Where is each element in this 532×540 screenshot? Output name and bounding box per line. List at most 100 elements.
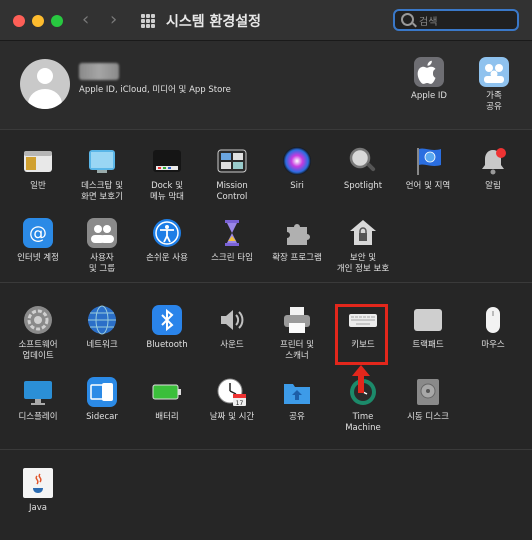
pref-users-groups[interactable]: 사용자 및 그룹 (69, 218, 135, 275)
keyboard-highlight-box (335, 304, 388, 365)
sidecar-icon (87, 377, 117, 407)
bluetooth-icon (152, 305, 182, 335)
extensions-icon (282, 218, 312, 248)
minimize-button[interactable] (32, 15, 44, 27)
back-icon[interactable]: ‹ (82, 9, 89, 30)
mission-control-label: Mission Control (216, 181, 248, 202)
bluetooth-label: Bluetooth (146, 340, 188, 350)
pref-battery[interactable]: 배터리 (134, 377, 200, 423)
pref-dock[interactable]: Dock 및 메뉴 막대 (134, 146, 200, 203)
java-icon (23, 468, 53, 498)
pref-bluetooth[interactable]: Bluetooth (134, 305, 200, 351)
pref-sharing[interactable]: 공유 (264, 377, 330, 423)
search-placeholder: 검색 (419, 17, 438, 28)
display-icon (23, 377, 53, 407)
pref-apple-id[interactable]: Apple ID (399, 57, 459, 102)
pref-internet-accounts[interactable]: @ 인터넷 계정 (5, 218, 71, 264)
time-machine-label: Time Machine (345, 412, 381, 433)
calendar-day-text: 17 (236, 400, 244, 407)
software-update-icon (23, 305, 53, 335)
section-other: Java (0, 450, 532, 540)
mouse-icon (478, 305, 508, 335)
family-sharing-label: 가족 공유 (486, 91, 502, 113)
pref-software-update[interactable]: 소프트웨어 업데이트 (5, 305, 71, 362)
pref-network[interactable]: 네트워크 (69, 305, 135, 351)
zoom-button[interactable] (51, 15, 63, 27)
pref-desktop[interactable]: 데스크탑 및 화면 보호기 (69, 146, 135, 203)
show-all-icon[interactable] (141, 14, 155, 28)
title-bar: ‹ › 시스템 환경설정 검색 (0, 0, 532, 41)
pref-sidecar[interactable]: Sidecar (69, 377, 135, 423)
startup-disk-icon (413, 377, 443, 407)
network-icon (87, 305, 117, 335)
dock-label: Dock 및 메뉴 막대 (150, 181, 184, 202)
up-arrow-icon (352, 365, 370, 393)
accessibility-label: 손쉬운 사용 (146, 253, 188, 263)
pref-date-time[interactable]: 17 날짜 및 시간 (199, 377, 265, 423)
security-privacy-icon (348, 218, 378, 248)
desktop-screensaver-icon (87, 146, 117, 176)
users-groups-label: 사용자 및 그룹 (88, 253, 116, 274)
network-label: 네트워크 (86, 340, 118, 350)
battery-label: 배터리 (155, 412, 179, 422)
window-title: 시스템 환경설정 (166, 14, 262, 30)
sound-icon (217, 305, 247, 335)
desktop-label: 데스크탑 및 화면 보호기 (81, 181, 123, 202)
pref-java[interactable]: Java (5, 468, 71, 514)
system-preferences-window: ‹ › 시스템 환경설정 검색 Apple ID, iCloud, 미디어 및 … (0, 0, 532, 540)
printer-icon (282, 305, 312, 335)
general-icon (23, 146, 53, 176)
pref-notifications[interactable]: 알림 (460, 146, 526, 192)
pref-mouse[interactable]: 마우스 (460, 305, 526, 351)
avatar[interactable] (20, 59, 70, 109)
startup-disk-label: 시동 디스크 (407, 412, 449, 422)
internet-accounts-icon: @ (23, 218, 53, 248)
spotlight-icon (348, 146, 378, 176)
account-subtitle: Apple ID, iCloud, 미디어 및 App Store (79, 85, 231, 95)
notifications-icon (478, 146, 508, 176)
close-button[interactable] (13, 15, 25, 27)
search-input[interactable]: 검색 (393, 9, 519, 31)
family-sharing-icon (479, 57, 509, 87)
pref-trackpad[interactable]: 트랙패드 (395, 305, 461, 351)
pref-startup-disk[interactable]: 시동 디스크 (395, 377, 461, 423)
dock-icon (152, 146, 182, 176)
pref-security[interactable]: 보안 및 개인 정보 보호 (330, 218, 396, 275)
siri-label: Siri (290, 181, 304, 191)
screen-time-icon (217, 218, 247, 248)
pref-spotlight[interactable]: Spotlight (330, 146, 396, 192)
general-label: 일반 (30, 181, 46, 191)
user-name-blurred (79, 63, 119, 80)
pref-accessibility[interactable]: 손쉬운 사용 (134, 218, 200, 264)
section-personal: 일반 데스크탑 및 화면 보호기 Dock 및 메뉴 막대 Mission Co… (0, 130, 532, 283)
mouse-label: 마우스 (481, 340, 505, 350)
pref-extensions[interactable]: 확장 프로그램 (264, 218, 330, 264)
pref-general[interactable]: 일반 (5, 146, 71, 192)
pref-displays[interactable]: 디스플레이 (5, 377, 71, 423)
trackpad-icon (413, 305, 443, 335)
forward-icon[interactable]: › (110, 9, 117, 30)
pref-printers[interactable]: 프린터 및 스캐너 (264, 305, 330, 362)
mission-control-icon (217, 146, 247, 176)
software-update-label: 소프트웨어 업데이트 (18, 340, 58, 361)
printers-label: 프린터 및 스캐너 (280, 340, 314, 361)
language-label: 언어 및 지역 (405, 181, 451, 191)
pref-sound[interactable]: 사운드 (199, 305, 265, 351)
pref-mission-control[interactable]: Mission Control (199, 146, 265, 203)
apple-id-label: Apple ID (411, 91, 447, 101)
battery-icon (152, 377, 182, 407)
extensions-label: 확장 프로그램 (272, 253, 322, 263)
pref-siri[interactable]: Siri (264, 146, 330, 192)
java-label: Java (29, 503, 47, 513)
pref-language[interactable]: 언어 및 지역 (395, 146, 461, 192)
sharing-icon (282, 377, 312, 407)
users-groups-icon (87, 218, 117, 248)
sidecar-label: Sidecar (86, 412, 118, 422)
pref-family-sharing[interactable]: 가족 공유 (464, 57, 524, 113)
trackpad-label: 트랙패드 (412, 340, 444, 350)
screen-time-label: 스크린 타임 (211, 253, 253, 263)
account-header: Apple ID, iCloud, 미디어 및 App Store Apple … (0, 41, 532, 130)
svg-text:@: @ (29, 223, 47, 244)
pref-screen-time[interactable]: 스크린 타임 (199, 218, 265, 264)
spotlight-label: Spotlight (343, 181, 383, 191)
